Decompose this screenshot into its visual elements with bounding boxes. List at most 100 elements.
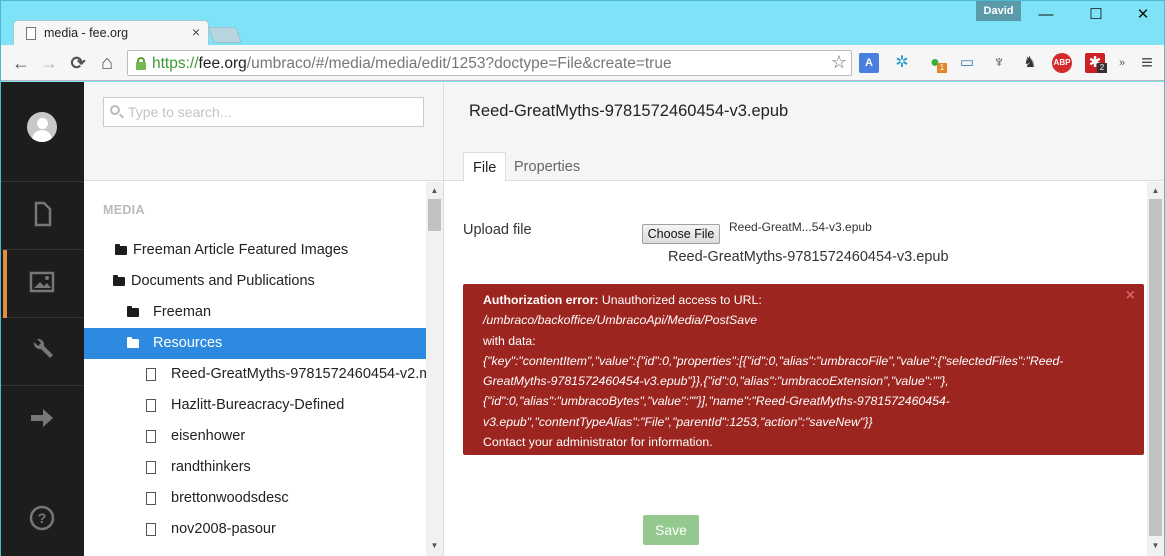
help-icon: ?: [29, 505, 55, 531]
tree-item[interactable]: Freeman Article Featured Images: [84, 235, 426, 266]
scroll-thumb[interactable]: [428, 199, 441, 231]
back-button[interactable]: ←: [10, 52, 32, 74]
tree-item[interactable]: Documents and Publications: [84, 266, 426, 297]
scroll-up-arrow[interactable]: ▲: [1148, 183, 1163, 198]
tree-item[interactable]: randthinkers: [84, 452, 426, 483]
avatar[interactable]: [27, 112, 57, 142]
folder-icon: [127, 306, 139, 317]
nav-content[interactable]: [1, 182, 84, 250]
nav-help[interactable]: ?: [1, 502, 84, 542]
tree-item-label: Resources: [153, 335, 223, 351]
address-bar[interactable]: https://fee.org/umbraco/#/media/media/ed…: [127, 50, 852, 76]
tree-item[interactable]: Reed-GreatMyths-9781572460454-v2.mobi: [84, 359, 426, 390]
close-icon[interactable]: ×: [1126, 286, 1135, 306]
url-text[interactable]: https://fee.org/umbraco/#/media/media/ed…: [152, 55, 672, 73]
file-icon: [146, 399, 156, 412]
tab-file[interactable]: File: [463, 152, 507, 182]
umbraco-app: ? MEDIA Freeman Article Featured Images …: [1, 82, 1164, 556]
nav-deploy[interactable]: [1, 386, 84, 454]
tree-item-label: eisenhower: [171, 428, 246, 444]
close-window-button[interactable]: ✕: [1123, 3, 1163, 27]
file-icon: [146, 368, 156, 381]
new-tab-button[interactable]: [208, 27, 242, 43]
browser-window: media - fee.org × David — ☐ ✕ ← → ⟳ ⌂ ht…: [0, 0, 1165, 556]
image-icon: [29, 271, 55, 293]
editor-body: Upload file Choose File Reed-GreatM...54…: [444, 182, 1147, 556]
file-icon: [146, 430, 156, 443]
profile-badge[interactable]: David: [976, 1, 1021, 21]
search-icon: [110, 105, 120, 115]
tab-title: media - fee.org: [44, 26, 129, 40]
arrow-right-icon: [31, 409, 53, 427]
lamp-extension-icon[interactable]: ♆: [989, 53, 1009, 73]
minimize-button[interactable]: —: [1026, 3, 1066, 27]
error-alert: × Authorization error: Unauthorized acce…: [463, 284, 1144, 455]
tree-section-title: MEDIA: [103, 203, 145, 217]
folder-icon: [113, 275, 125, 286]
save-button[interactable]: Save: [643, 515, 699, 545]
nav-media[interactable]: [1, 250, 84, 318]
tree-item-label: Freeman: [153, 304, 212, 320]
alert-footer: Contact your administrator for informati…: [483, 435, 713, 450]
file-icon: [146, 461, 156, 474]
alert-message: Unauthorized access to URL:: [601, 293, 762, 307]
file-icon: [146, 523, 156, 536]
choose-file-button[interactable]: Choose File: [642, 224, 720, 244]
forward-button[interactable]: →: [38, 52, 60, 74]
user-section[interactable]: [1, 82, 84, 182]
adblock-extension-icon[interactable]: ABP: [1052, 53, 1072, 73]
tab-properties[interactable]: Properties: [505, 152, 589, 182]
tab-close-icon[interactable]: ×: [192, 24, 200, 40]
scroll-thumb[interactable]: [1149, 199, 1162, 536]
nav-settings[interactable]: [1, 318, 84, 386]
speed-dial-extension-icon[interactable]: ▭: [957, 53, 977, 73]
tree-scrollbar[interactable]: ▲ ▼: [426, 182, 443, 556]
active-section-indicator: [3, 250, 7, 318]
scroll-up-arrow[interactable]: ▲: [427, 183, 442, 198]
tree-item[interactable]: eisenhower: [84, 421, 426, 452]
tree-item-label: Reed-GreatMyths-9781572460454-v2.mobi: [171, 366, 426, 382]
page-title: Reed-GreatMyths-9781572460454-v3.epub: [469, 102, 789, 120]
title-bar: media - fee.org × David — ☐ ✕: [1, 1, 1164, 46]
tree-item[interactable]: Freeman: [84, 297, 426, 328]
tree-header: [84, 82, 443, 181]
file-icon: [146, 492, 156, 505]
tree-item[interactable]: brettonwoodsdesc: [84, 483, 426, 514]
tree-item[interactable]: nov2008-pasour: [84, 514, 426, 545]
overflow-icon[interactable]: »: [1112, 53, 1132, 73]
translate-extension-icon[interactable]: A: [859, 53, 879, 73]
tree-item-label: Documents and Publications: [131, 273, 315, 289]
editor-scrollbar[interactable]: ▲ ▼: [1147, 182, 1164, 556]
tree-item-label: Freeman Article Featured Images: [133, 242, 349, 258]
tree-item-label: nov2008-pasour: [171, 521, 276, 537]
upload-file-label: Upload file: [463, 222, 532, 238]
network-extension-icon[interactable]: ✲: [892, 53, 912, 73]
alert-data-line: GreatMyths-9781572460454-v3.epub"}},{"id…: [483, 374, 949, 389]
home-button[interactable]: ⌂: [96, 52, 118, 74]
lastpass-extension-icon[interactable]: ✱ 2: [1085, 53, 1107, 73]
scroll-down-arrow[interactable]: ▼: [1148, 538, 1163, 553]
alert-data-line: {"key":"contentItem","value":{"id":0,"pr…: [483, 353, 1064, 368]
search-box[interactable]: [103, 97, 424, 127]
scroll-down-arrow[interactable]: ▼: [427, 538, 442, 553]
tree-item[interactable]: Hazlitt-Bureacracy-Defined: [84, 390, 426, 421]
alert-with-data: with data:: [483, 333, 536, 348]
reload-button[interactable]: ⟳: [67, 52, 89, 74]
record-extension-icon[interactable]: ● 1: [925, 53, 947, 73]
menu-icon[interactable]: ≡: [1137, 53, 1157, 73]
bookmark-star-icon[interactable]: ☆: [831, 52, 847, 73]
tree-body: MEDIA Freeman Article Featured Images Do…: [84, 182, 426, 556]
svg-text:?: ?: [38, 510, 47, 526]
maximize-button[interactable]: ☐: [1076, 3, 1116, 27]
browser-tab[interactable]: media - fee.org ×: [13, 20, 209, 46]
section-nav: ?: [1, 82, 84, 556]
tree-item-selected[interactable]: Resources: [84, 328, 426, 359]
folder-icon: [127, 337, 139, 348]
alert-data-line: {"id":0,"alias":"umbracoBytes","value":"…: [483, 394, 950, 409]
evernote-extension-icon[interactable]: ♞: [1020, 53, 1040, 73]
search-input[interactable]: [128, 102, 418, 122]
folder-icon: [115, 244, 127, 255]
file-name: Reed-GreatMyths-9781572460454-v3.epub: [668, 249, 949, 265]
lock-icon: [136, 57, 146, 70]
tree-item-label: Hazlitt-Bureacracy-Defined: [171, 397, 345, 413]
